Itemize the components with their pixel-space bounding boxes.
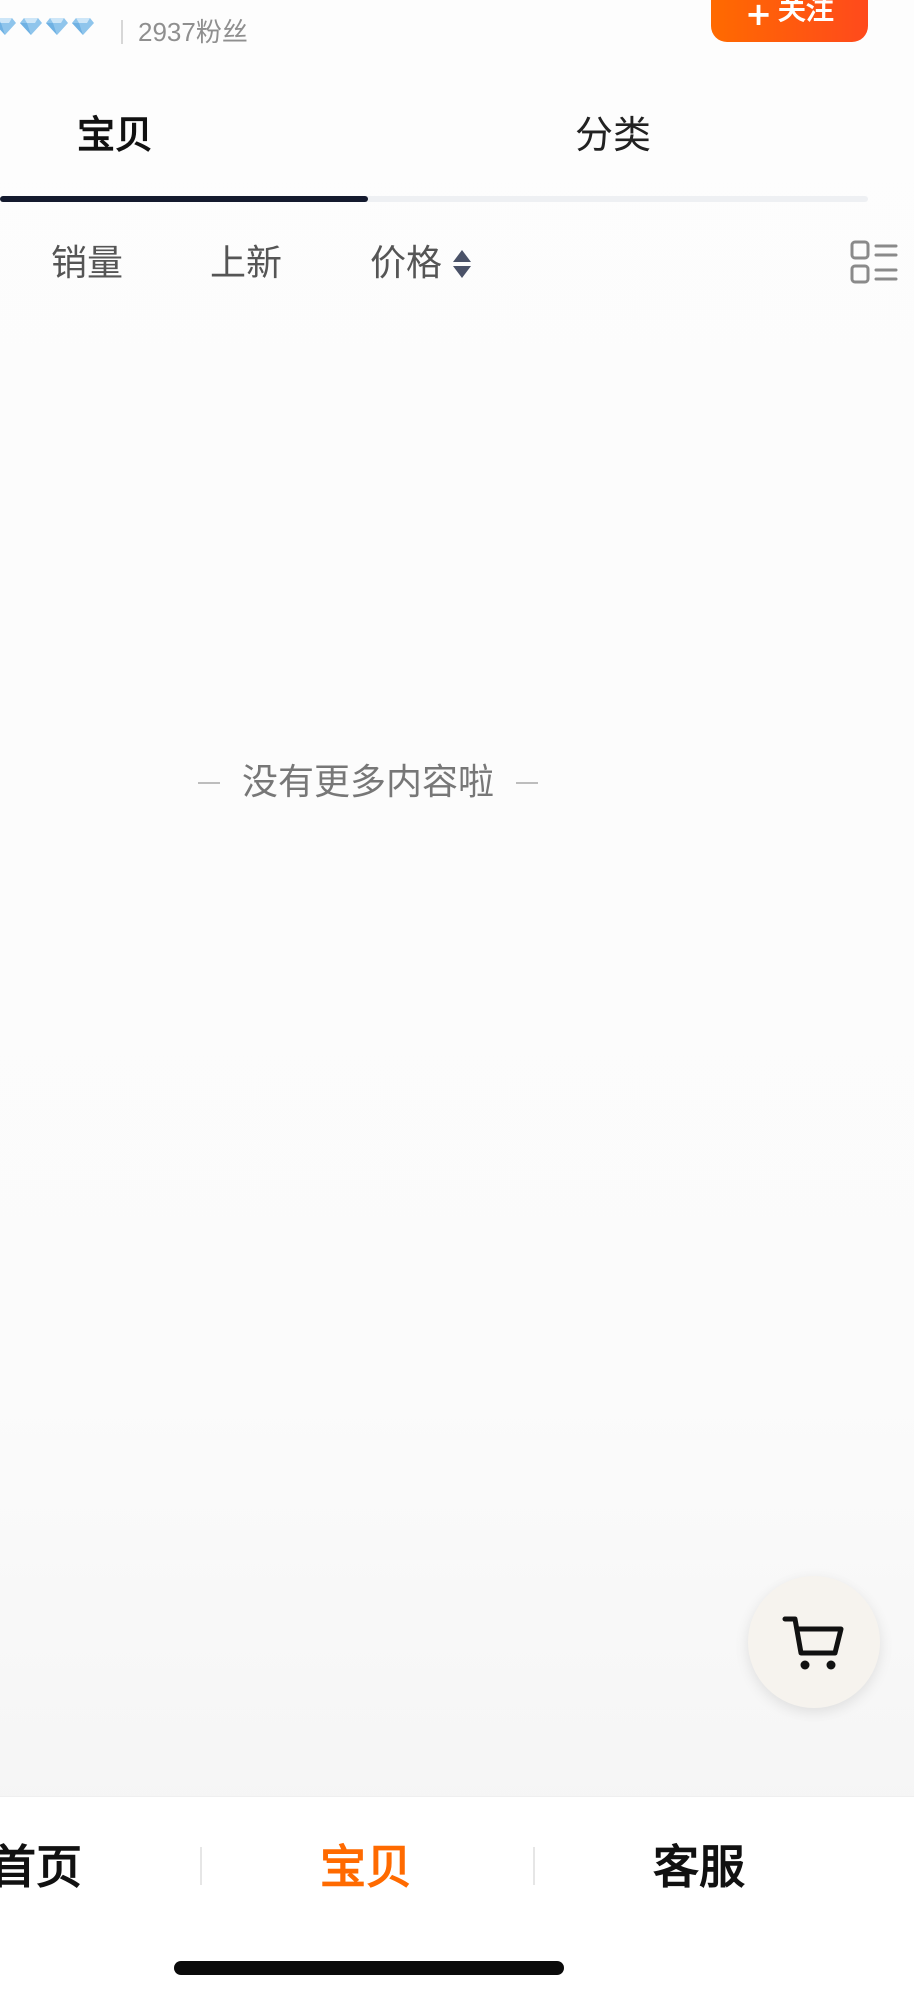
plus-icon: + <box>745 0 772 33</box>
fans-count: 2937粉丝 <box>138 17 248 47</box>
sort-sales-label: 销量 <box>51 243 124 284</box>
seller-level-badges <box>0 16 94 44</box>
store-tabs: 宝贝 分类 <box>0 102 868 202</box>
follow-button[interactable]: + 关注 <box>711 0 868 42</box>
store-page: 2937粉丝 + 关注 宝贝 分类 销量 上新 价格 没有更多内容啦 首页 宝贝… <box>0 0 914 2000</box>
sort-by-price[interactable]: 价格 <box>370 240 472 288</box>
empty-state: 没有更多内容啦 <box>0 758 736 808</box>
tab-categories[interactable]: 分类 <box>575 110 651 160</box>
empty-state-text: 没有更多内容啦 <box>241 762 494 803</box>
tab-products[interactable]: 宝贝 <box>77 110 153 160</box>
home-indicator[interactable] <box>174 1961 564 1975</box>
nav-products[interactable]: 宝贝 <box>320 1837 412 1897</box>
sort-by-sales[interactable]: 销量 <box>51 240 123 288</box>
store-header: 2937粉丝 + 关注 <box>0 0 914 60</box>
sort-price-label: 价格 <box>370 243 443 284</box>
sort-new-label: 上新 <box>210 243 283 284</box>
diamond-icon <box>0 18 16 35</box>
divider-left <box>197 782 220 784</box>
cart-button[interactable] <box>748 1576 880 1708</box>
nav-divider <box>533 1847 535 1885</box>
diamond-icon <box>46 18 68 35</box>
tab-active-indicator <box>0 196 368 202</box>
nav-home[interactable]: 首页 <box>0 1837 82 1897</box>
diamond-icon <box>72 18 94 35</box>
nav-customer-service[interactable]: 客服 <box>653 1837 745 1897</box>
sort-arrows-icon <box>453 250 472 278</box>
list-layout-icon[interactable] <box>850 238 898 286</box>
divider-right <box>516 782 538 784</box>
sort-by-new[interactable]: 上新 <box>210 240 282 288</box>
diamond-icon <box>20 18 42 35</box>
nav-divider <box>200 1847 202 1885</box>
sort-bar: 销量 上新 价格 <box>0 232 914 296</box>
header-divider <box>121 20 123 44</box>
shopping-cart-icon <box>782 1616 844 1670</box>
follow-button-label: 关注 <box>777 0 834 26</box>
